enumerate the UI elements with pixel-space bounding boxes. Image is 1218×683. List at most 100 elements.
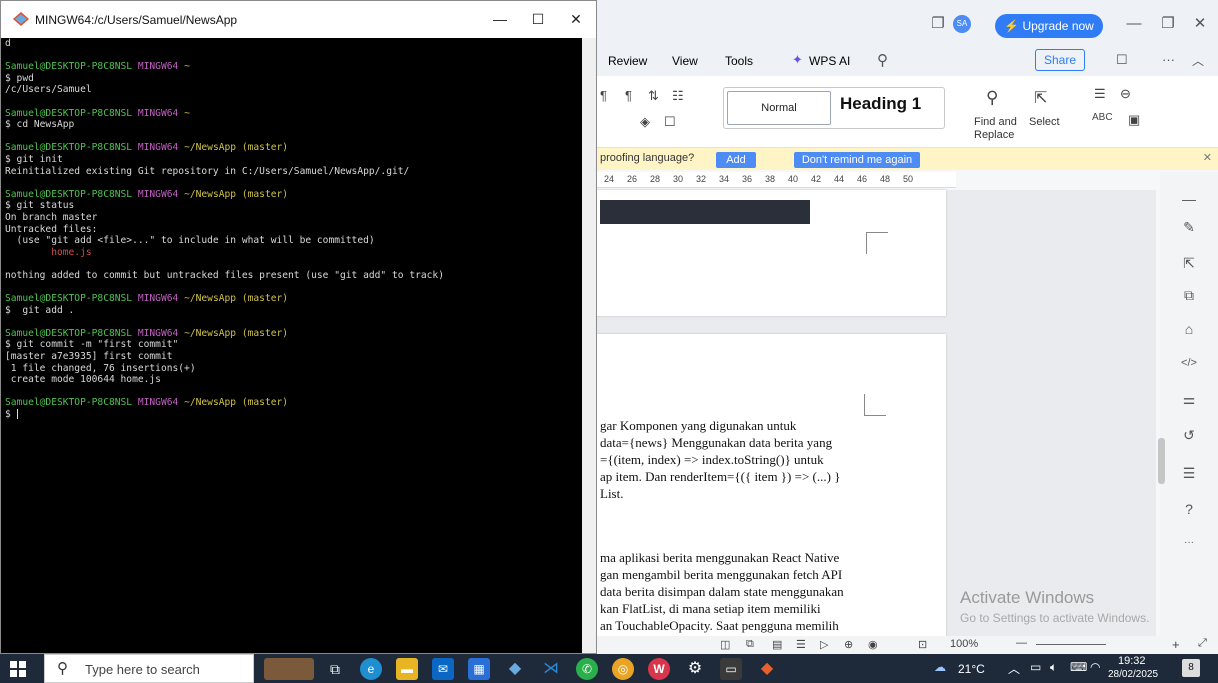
minimize-icon[interactable]: — (1124, 14, 1144, 34)
language-icon[interactable]: ⌨ (1070, 660, 1087, 674)
doc-text-line: data berita disimpan dalam state menggun… (600, 584, 844, 599)
zoom-in-icon[interactable]: + (1172, 637, 1180, 652)
terminal-scrollbar[interactable] (582, 38, 596, 653)
maximize-icon[interactable]: ❐ (1158, 14, 1178, 34)
edge-icon[interactable]: e (360, 658, 382, 680)
menu-wps-ai[interactable]: WPS AI (809, 54, 850, 68)
terminal-titlebar[interactable]: MINGW64:/c/Users/Samuel/NewsApp — ☐ ✕ (1, 1, 596, 38)
document-scrollbar[interactable] (1158, 438, 1165, 484)
shading-icon[interactable]: ◈ (640, 114, 650, 130)
settings-gear-icon[interactable]: ⚙ (684, 658, 706, 680)
eye-icon[interactable]: ◉ (868, 638, 878, 651)
mail-icon[interactable]: ✉ (432, 658, 454, 680)
avatar[interactable]: SA (953, 15, 971, 33)
outline-icon[interactable]: ⧉ (746, 638, 754, 651)
collapse-ribbon-icon[interactable]: ︿ (1192, 52, 1204, 69)
taskbar-search-box[interactable]: ⚲ Type here to search (44, 654, 254, 683)
menu-tools[interactable]: Tools (725, 54, 753, 68)
terminal-output[interactable]: d Samuel@DESKTOP-P8C8NSL MINGW64 ~ $ pwd/c… (1, 38, 582, 653)
page-view-icon[interactable]: ◫ (720, 638, 730, 651)
select-cursor-icon[interactable]: ⇱ (1034, 88, 1047, 108)
fit-page-icon[interactable]: ⊡ (918, 638, 927, 651)
sliders-icon[interactable]: ⚌ (1178, 388, 1200, 410)
web-layout-icon[interactable]: ☰ (796, 638, 806, 651)
border-icon[interactable]: ☐ (664, 114, 676, 130)
comment-icon[interactable]: ☐ (1116, 52, 1128, 68)
sort-icon[interactable]: ⇅ (648, 88, 659, 104)
windows-start-icon[interactable] (10, 661, 26, 677)
close-icon[interactable]: ✕ (561, 9, 591, 29)
minimize-icon[interactable]: — (485, 9, 515, 29)
help-icon[interactable]: ? (1178, 498, 1200, 520)
options-icon[interactable]: ▣ (1128, 112, 1140, 128)
store-icon[interactable]: ▦ (468, 658, 490, 680)
minus-icon[interactable]: — (1178, 188, 1200, 210)
list-icon[interactable]: ☰ (1178, 462, 1200, 484)
style-normal[interactable]: Normal (727, 91, 831, 125)
ruler-number: 34 (719, 174, 730, 184)
wps-office-icon[interactable]: W (648, 658, 670, 680)
zoom-slider[interactable] (1036, 644, 1106, 645)
more-icon[interactable]: ··· (1162, 52, 1175, 67)
spellcheck-icon[interactable]: ABC (1092, 112, 1113, 123)
restore-window-icon[interactable]: ❐ (928, 14, 948, 34)
find-icon[interactable]: ⚲ (986, 88, 998, 108)
doc-text-line: gar Komponen yang digunakan untuk (600, 418, 797, 433)
crop-icon[interactable]: ⧉ (1178, 284, 1200, 306)
add-language-button[interactable]: Add (716, 152, 756, 168)
terminal-line: $ git add . (5, 305, 582, 317)
task-view-icon[interactable]: ⧉ (324, 658, 346, 680)
text-direction-icon[interactable]: ☰ (1094, 86, 1106, 102)
wifi-icon[interactable]: ◠ (1090, 660, 1100, 674)
news-widget-icon[interactable] (264, 658, 314, 680)
terminal-text: Samuel@DESKTOP-P8C8NSL (5, 61, 138, 73)
tray-chevron-icon[interactable]: ︿ (1008, 660, 1020, 677)
volume-icon[interactable]: 🔈︎ (1050, 660, 1057, 675)
more-options-icon[interactable]: ··· (1178, 532, 1200, 554)
play-icon[interactable]: ▷ (820, 638, 828, 651)
battery-icon[interactable]: ▭ (1030, 660, 1041, 674)
table-icon[interactable]: ☷ (672, 88, 684, 104)
show-marks-icon[interactable]: ¶ (625, 88, 632, 103)
close-notify-icon[interactable]: ✕ (1203, 151, 1212, 164)
lock-icon[interactable]: ⌂ (1178, 318, 1200, 340)
pen-icon[interactable]: ✎ (1178, 216, 1200, 238)
zoom-level[interactable]: 100% (950, 638, 978, 650)
app-icon[interactable]: ◆ (504, 658, 526, 680)
find-replace-label[interactable]: Find and Replace (974, 116, 1018, 142)
code-icon[interactable]: </> (1178, 352, 1200, 374)
style-heading-1[interactable]: Heading 1 (840, 94, 921, 114)
share-button[interactable]: Share (1035, 49, 1085, 71)
globe-icon[interactable]: ⊕ (844, 638, 853, 651)
vscode-icon[interactable]: ⋊ (540, 658, 562, 680)
system-tray: ☁ 21°C ︿ ▭ 🔈︎ ⌨ ◠ 19:32 28/02/2025 8 (930, 654, 1218, 683)
terminal-text: $ (5, 409, 17, 420)
history-icon[interactable]: ↺ (1178, 424, 1200, 446)
close-icon[interactable]: ✕ (1190, 14, 1210, 34)
terminal-text: $ git add . (5, 304, 75, 316)
clock-time[interactable]: 19:32 (1118, 655, 1146, 667)
fullscreen-icon[interactable]: ⤢ (1198, 637, 1207, 650)
upgrade-now-button[interactable]: ⚡ Upgrade now (995, 14, 1103, 38)
search-icon[interactable]: ⚲ (877, 51, 888, 69)
clock-date[interactable]: 28/02/2025 (1108, 669, 1158, 680)
notification-badge[interactable]: 8 (1182, 659, 1200, 677)
terminal-taskbar-icon[interactable]: ▭ (720, 658, 742, 680)
cursor-icon[interactable]: ⇱ (1178, 252, 1200, 274)
weather-temp[interactable]: 21°C (958, 662, 985, 676)
menu-view[interactable]: View (672, 54, 698, 68)
ruler-number: 38 (765, 174, 776, 184)
format-icon[interactable]: ⊖ (1120, 86, 1131, 102)
chrome-icon[interactable]: ◎ (612, 658, 634, 680)
paragraph-icon[interactable]: ¶ (600, 88, 607, 103)
git-bash-taskbar-icon[interactable]: ◆ (756, 658, 778, 680)
menu-review[interactable]: Review (608, 54, 647, 68)
file-explorer-icon[interactable]: ▬ (396, 658, 418, 680)
select-label[interactable]: Select (1029, 116, 1060, 129)
terminal-text: MINGW64 (137, 397, 185, 409)
zoom-out-icon[interactable]: — (1016, 637, 1027, 649)
dont-remind-button[interactable]: Don't remind me again (794, 152, 920, 168)
read-mode-icon[interactable]: ▤ (772, 638, 782, 651)
maximize-icon[interactable]: ☐ (523, 9, 553, 29)
whatsapp-icon[interactable]: ✆ (576, 658, 598, 680)
